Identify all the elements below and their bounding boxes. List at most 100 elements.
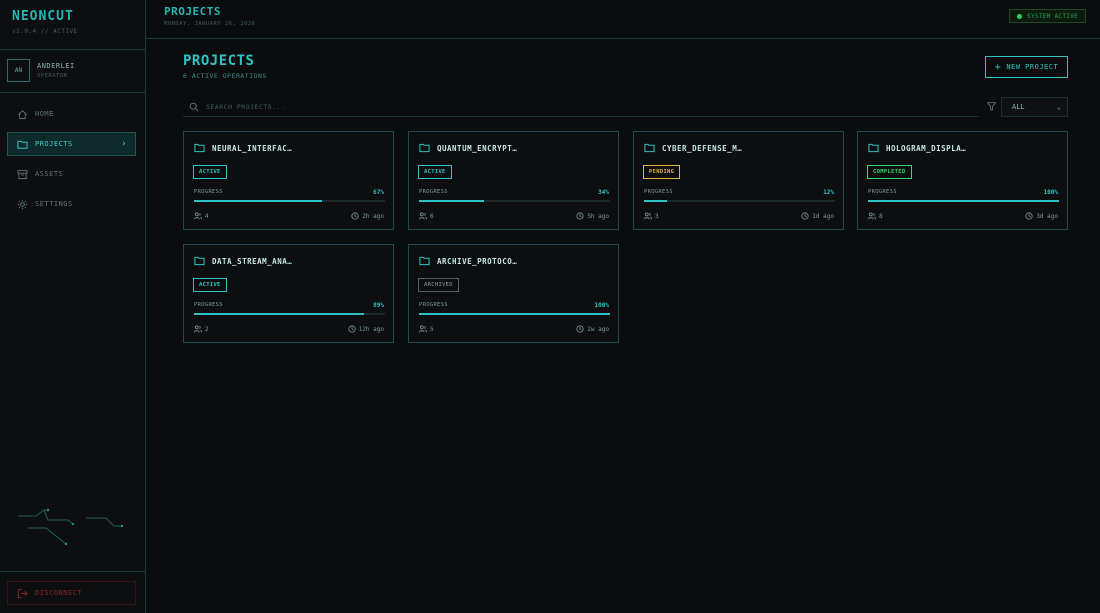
sidebar-divider [0,49,145,50]
header-title: PROJECTS [164,5,221,18]
sidebar-item-label: PROJECTS [35,140,73,148]
project-card[interactable]: DATA_STREAM_ANA… ACTIVE PROGRESS 89% 2 1… [183,244,394,343]
members-count: 8 [868,212,883,220]
folder-icon [419,256,430,266]
status-badge: ARCHIVED [418,278,459,292]
project-card[interactable]: ARCHIVE_PROTOCO… ARCHIVED PROGRESS 100% … [408,244,619,343]
home-icon [17,109,28,120]
folder-icon [17,139,28,150]
status-badge: ACTIVE [193,278,227,292]
project-name: HOLOGRAM_DISPLA… [886,143,967,153]
project-card[interactable]: QUANTUM_ENCRYPT… ACTIVE PROGRESS 34% 6 5… [408,131,619,230]
clock-icon [576,325,584,333]
project-name: CYBER_DEFENSE_M… [662,143,743,153]
members-count: 5 [419,325,434,333]
sidebar-item-assets[interactable]: ASSETS [7,162,136,186]
sidebar-item-label: ASSETS [35,170,64,178]
members-value: 8 [879,212,883,220]
members-count: 3 [644,212,659,220]
updated-value: 1d ago [812,212,834,220]
progress-label: PROGRESS [419,302,448,308]
progress-label: PROGRESS [194,189,223,195]
logout-icon [17,588,28,599]
status-badge: PENDING [643,165,681,179]
plus-icon: + [994,61,1002,73]
user-role: OPERATOR [37,73,68,79]
brand-name: NEONCUT [12,9,74,24]
updated-value: 2w ago [587,325,609,333]
folder-icon [194,256,205,266]
circuit-decoration [18,508,124,546]
clock-icon [1025,212,1033,220]
last-updated: 5h ago [576,212,609,220]
page-subtitle: 6 ACTIVE OPERATIONS [183,72,267,80]
brand-version: v2.0.4 // ACTIVE [12,28,78,35]
search-input[interactable] [206,102,979,111]
project-card[interactable]: CYBER_DEFENSE_M… PENDING PROGRESS 12% 3 … [633,131,844,230]
members-count: 6 [419,212,434,220]
last-updated: 2h ago [351,212,384,220]
filter-icon[interactable] [987,102,996,111]
updated-value: 12h ago [358,325,384,333]
sidebar-item-label: SETTINGS [35,200,73,208]
sidebar-item-projects[interactable]: PROJECTS › [7,132,136,156]
folder-icon [868,143,879,153]
header-date: MONDAY, JANUARY 26, 2026 [164,21,256,27]
users-icon [644,212,652,220]
project-name-row: QUANTUM_ENCRYPT… [419,143,517,153]
last-updated: 12h ago [348,325,384,333]
progress-fill [194,313,364,315]
new-project-button[interactable]: + NEW PROJECT [985,56,1068,78]
members-count: 4 [194,212,209,220]
status-badge: COMPLETED [867,165,912,179]
clock-icon [801,212,809,220]
gear-icon [17,199,28,210]
page-title: PROJECTS [183,53,255,69]
progress-label: PROGRESS [644,189,673,195]
members-value: 3 [655,212,659,220]
progress-bar [194,200,385,202]
progress-value: 100% [1043,189,1058,196]
sidebar-divider [0,571,145,572]
sidebar-item-settings[interactable]: SETTINGS [7,192,136,216]
members-value: 4 [205,212,209,220]
progress-bar [419,200,610,202]
disconnect-label: DISCONNECT [35,589,83,597]
users-icon [419,212,427,220]
project-name: QUANTUM_ENCRYPT… [437,143,518,153]
search-icon [189,102,199,112]
sidebar: NEONCUT v2.0.4 // ACTIVE AN ANDERLEI OPE… [0,0,146,613]
archive-box-icon [17,169,28,180]
status-badge: ACTIVE [193,165,227,179]
sidebar-divider [0,92,145,93]
sidebar-item-home[interactable]: HOME [7,102,136,126]
project-name-row: DATA_STREAM_ANA… [194,256,292,266]
project-name-row: CYBER_DEFENSE_M… [644,143,742,153]
progress-bar [868,200,1059,202]
last-updated: 2w ago [576,325,609,333]
folder-icon [419,143,430,153]
clock-icon [576,212,584,220]
clock-icon [348,325,356,333]
progress-fill [419,200,484,202]
system-status-badge: SYSTEM ACTIVE [1009,9,1086,23]
sidebar-item-label: HOME [35,110,54,118]
clock-icon [351,212,359,220]
members-count: 2 [194,325,209,333]
status-filter-select[interactable]: ALL ⌄ [1001,97,1068,117]
project-name: ARCHIVE_PROTOCO… [437,256,518,266]
chevron-right-icon: › [121,139,127,149]
progress-label: PROGRESS [419,189,448,195]
project-name-row: NEURAL_INTERFAC… [194,143,292,153]
progress-fill [868,200,1059,202]
status-dot-icon [1017,13,1023,19]
progress-label: PROGRESS [194,302,223,308]
project-name: NEURAL_INTERFAC… [212,143,293,153]
disconnect-button[interactable]: DISCONNECT [7,581,136,605]
filter-value: ALL [1012,103,1025,111]
progress-bar [194,313,385,315]
progress-bar [419,313,610,315]
avatar: AN [7,59,30,82]
project-card[interactable]: HOLOGRAM_DISPLA… COMPLETED PROGRESS 100%… [857,131,1068,230]
project-card[interactable]: NEURAL_INTERFAC… ACTIVE PROGRESS 67% 4 2… [183,131,394,230]
